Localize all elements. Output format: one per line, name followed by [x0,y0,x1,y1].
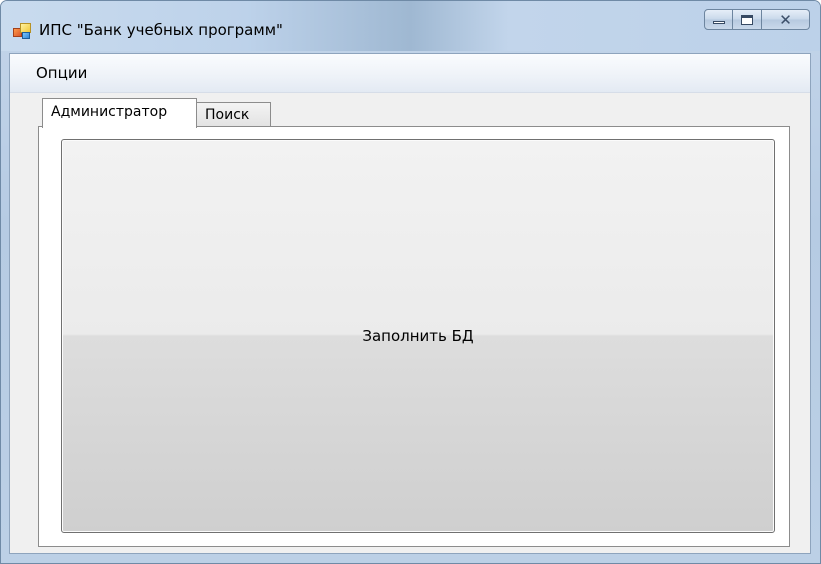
tab-panel-administrator: Заполнить БД [38,126,790,547]
client-area: Опции Администратор Поиск Заполнить БД [9,53,811,554]
close-icon: ✕ [779,11,792,29]
app-icon[interactable] [13,23,31,39]
tab-administrator[interactable]: Администратор [42,98,197,128]
maximize-icon [741,15,753,25]
fill-database-button[interactable]: Заполнить БД [61,139,775,533]
app-window: ИПС "Банк учебных программ" ✕ Опции Адми… [0,0,821,564]
title-bar[interactable]: ИПС "Банк учебных программ" ✕ [1,1,820,51]
menu-item-options[interactable]: Опции [34,64,89,82]
menu-bar: Опции [10,54,810,93]
window-title: ИПС "Банк учебных программ" [39,21,283,39]
minimize-icon [713,21,725,24]
tab-search[interactable]: Поиск [197,102,271,127]
maximize-button[interactable] [733,9,762,30]
close-button[interactable]: ✕ [762,9,810,30]
caption-buttons: ✕ [704,9,810,31]
minimize-button[interactable] [704,9,733,30]
